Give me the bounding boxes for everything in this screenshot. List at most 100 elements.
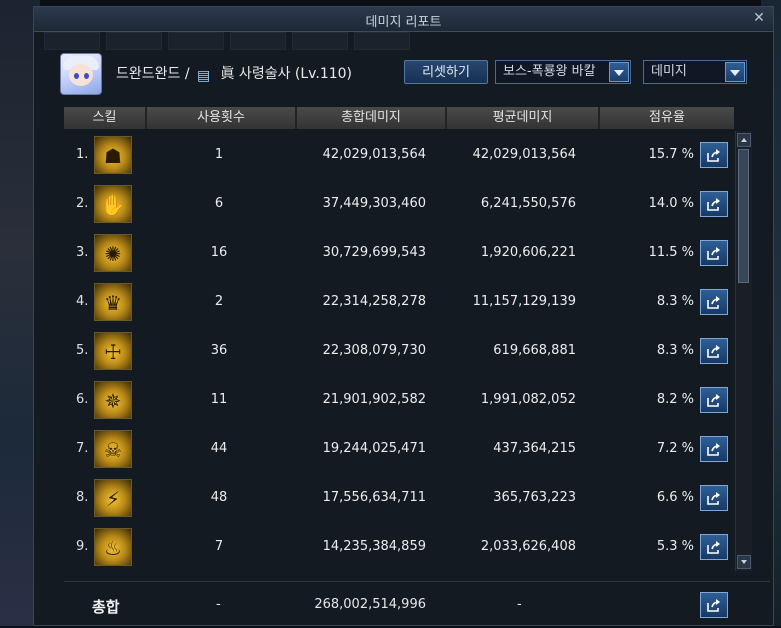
row-avg-damage: 2,033,626,408: [480, 539, 576, 554]
row-share: 15.7 %: [648, 147, 694, 162]
table-row[interactable]: 3. ✺ 16 30,729,699,543 1,920,606,221 11.…: [64, 229, 770, 278]
scroll-down-icon[interactable]: [737, 555, 751, 569]
row-share: 8.3 %: [656, 294, 694, 309]
row-share: 6.6 %: [656, 490, 694, 505]
header-skill[interactable]: 스킬: [64, 107, 147, 129]
row-total-damage: 42,029,013,564: [322, 147, 426, 162]
total-uses: -: [216, 597, 221, 612]
title-bar[interactable]: 데미지 리포트 ✕: [34, 7, 773, 32]
row-avg-damage: 1,991,082,052: [480, 392, 576, 407]
window-title: 데미지 리포트: [365, 15, 442, 30]
metric-select[interactable]: 데미지: [643, 60, 747, 84]
rising-spirit-icon: ♨: [94, 528, 132, 566]
share-icon[interactable]: [700, 436, 728, 462]
golden-mask-icon: ☗: [94, 136, 132, 174]
cracked-sigil-icon: ✵: [94, 381, 132, 419]
share-icon[interactable]: [700, 592, 728, 618]
character-info: 드완드완드 / ▤ 眞 사령술사 (Lv.110): [116, 63, 352, 84]
chevron-down-icon[interactable]: [609, 62, 629, 82]
row-share: 8.2 %: [656, 392, 694, 407]
table-row[interactable]: 5. ☩ 36 22,308,079,730 619,668,881 8.3 %: [64, 327, 770, 376]
row-share: 14.0 %: [648, 196, 694, 211]
row-rank: 7.: [76, 441, 89, 456]
damage-report-window: 데미지 리포트 ✕ 드완드완드 / ▤ 眞 사령술사 (Lv.110) 리셋하기…: [33, 6, 774, 626]
character-avatar: [60, 53, 102, 95]
total-row: 총합 - 268,002,514,996 -: [64, 581, 770, 628]
share-icon[interactable]: [700, 240, 728, 266]
row-total-damage: 21,901,902,582: [322, 392, 426, 407]
table-row[interactable]: 2. ✋ 6 37,449,303,460 6,241,550,576 14.0…: [64, 180, 770, 229]
table-row[interactable]: 6. ✵ 11 21,901,902,582 1,991,082,052 8.2…: [64, 376, 770, 425]
table-row[interactable]: 1. ☗ 1 42,029,013,564 42,029,013,564 15.…: [64, 131, 770, 180]
row-uses: 36: [210, 343, 228, 358]
row-rank: 4.: [76, 294, 89, 309]
header-uses[interactable]: 사용횟수: [147, 107, 297, 129]
table-scrollbar[interactable]: [735, 131, 752, 571]
table-header: 스킬 사용횟수 총합데미지 평균데미지 점유율: [64, 107, 734, 129]
beast-head-icon: ☠: [94, 430, 132, 468]
row-total-damage: 19,244,025,471: [322, 441, 426, 456]
share-icon[interactable]: [700, 485, 728, 511]
row-uses: 11: [210, 392, 228, 407]
row-avg-damage: 365,763,223: [493, 490, 576, 505]
row-rank: 2.: [76, 196, 89, 211]
target-select[interactable]: 보스-폭룡왕 바칼: [495, 60, 631, 84]
target-select-value: 보스-폭룡왕 바칼: [503, 64, 596, 79]
row-total-damage: 22,314,258,278: [322, 294, 426, 309]
row-uses: 44: [210, 441, 228, 456]
reset-button[interactable]: 리셋하기: [404, 60, 488, 84]
row-share: 11.5 %: [648, 245, 694, 260]
row-rank: 5.: [76, 343, 89, 358]
row-rank: 1.: [76, 147, 89, 162]
share-icon[interactable]: [700, 289, 728, 315]
row-avg-damage: 437,364,215: [493, 441, 576, 456]
total-damage: 268,002,514,996: [314, 597, 426, 612]
character-class: 眞 사령술사 (Lv.110): [220, 66, 352, 82]
row-uses: 7: [214, 539, 224, 554]
row-share: 8.3 %: [656, 343, 694, 358]
close-icon[interactable]: ✕: [751, 10, 767, 26]
skeletal-hand-icon: ☩: [94, 332, 132, 370]
row-rank: 9.: [76, 539, 89, 554]
row-total-damage: 17,556,634,711: [322, 490, 426, 505]
share-icon[interactable]: [700, 534, 728, 560]
winged-figure-icon: ♛: [94, 283, 132, 321]
metric-select-value: 데미지: [651, 64, 687, 79]
share-icon[interactable]: [700, 191, 728, 217]
row-rank: 3.: [76, 245, 89, 260]
row-uses: 1: [214, 147, 224, 162]
row-uses: 16: [210, 245, 228, 260]
dark-web-icon: ✺: [94, 234, 132, 272]
row-avg-damage: 11,157,129,139: [472, 294, 576, 309]
slash-streaks-icon: ⚡: [94, 479, 132, 517]
scroll-up-icon[interactable]: [737, 133, 751, 147]
row-share: 5.3 %: [656, 539, 694, 554]
row-avg-damage: 6,241,550,576: [480, 196, 576, 211]
header-avg-damage[interactable]: 평균데미지: [447, 107, 600, 129]
character-name: 드완드완드: [116, 66, 181, 82]
scroll-icon: ▤: [197, 68, 211, 84]
row-total-damage: 30,729,699,543: [322, 245, 426, 260]
share-icon[interactable]: [700, 338, 728, 364]
header-total-damage[interactable]: 총합데미지: [297, 107, 447, 129]
table-row[interactable]: 9. ♨ 7 14,235,384,859 2,033,626,408 5.3 …: [64, 523, 770, 572]
share-icon[interactable]: [700, 142, 728, 168]
row-uses: 6: [214, 196, 224, 211]
chevron-down-icon[interactable]: [725, 62, 745, 82]
row-share: 7.2 %: [656, 441, 694, 456]
scrollbar-thumb[interactable]: [738, 149, 749, 283]
header-share[interactable]: 점유율: [600, 107, 734, 129]
share-icon[interactable]: [700, 387, 728, 413]
row-avg-damage: 619,668,881: [493, 343, 576, 358]
row-uses: 48: [210, 490, 228, 505]
table-row[interactable]: 7. ☠ 44 19,244,025,471 437,364,215 7.2 %: [64, 425, 770, 474]
row-total-damage: 14,235,384,859: [322, 539, 426, 554]
report-header: 드완드완드 / ▤ 眞 사령술사 (Lv.110) 리셋하기 보스-폭룡왕 바칼…: [34, 47, 773, 107]
table-row[interactable]: 4. ♛ 2 22,314,258,278 11,157,129,139 8.3…: [64, 278, 770, 327]
row-uses: 2: [214, 294, 224, 309]
row-total-damage: 37,449,303,460: [322, 196, 426, 211]
total-avg: -: [517, 597, 522, 612]
row-rank: 6.: [76, 392, 89, 407]
table-row[interactable]: 8. ⚡ 48 17,556,634,711 365,763,223 6.6 %: [64, 474, 770, 523]
row-avg-damage: 1,920,606,221: [480, 245, 576, 260]
